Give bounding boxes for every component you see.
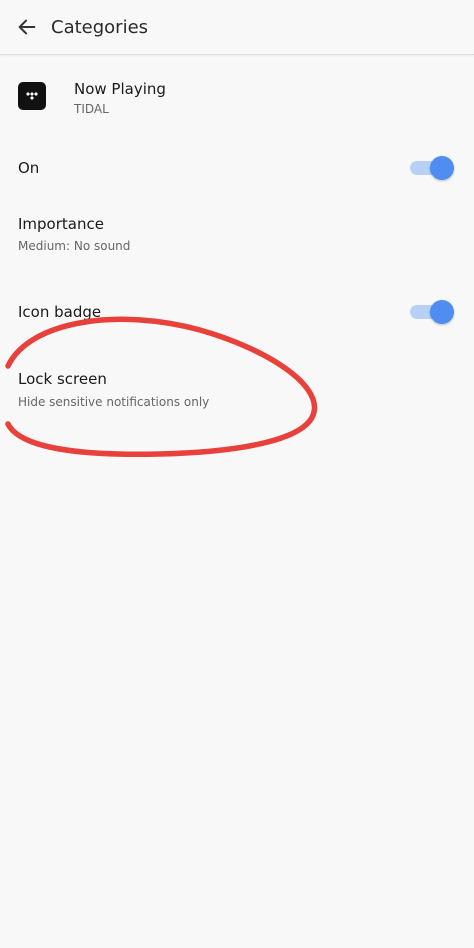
tidal-logo-icon — [18, 82, 46, 110]
arrow-left-icon — [18, 19, 36, 35]
red-circle-annotation — [5, 316, 318, 458]
setting-importance-row[interactable]: Importance Medium: No sound — [0, 205, 474, 261]
setting-importance-label: Importance — [18, 215, 104, 233]
app-name: Now Playing — [74, 80, 166, 98]
setting-on-row[interactable]: On — [0, 150, 474, 186]
toggle-thumb — [430, 156, 454, 180]
toggle-thumb — [430, 300, 454, 324]
setting-lock-screen-label: Lock screen — [18, 370, 107, 388]
setting-lock-screen-row[interactable]: Lock screen Hide sensitive notifications… — [0, 361, 474, 417]
setting-importance-value: Medium: No sound — [18, 239, 131, 253]
setting-lock-screen-value: Hide sensitive notifications only — [18, 395, 210, 409]
app-info-row: Now Playing TIDAL — [0, 70, 474, 130]
setting-on-label: On — [18, 159, 40, 177]
setting-icon-badge-label: Icon badge — [18, 303, 102, 321]
icon-badge-toggle[interactable] — [410, 300, 454, 324]
back-button[interactable] — [10, 10, 44, 44]
setting-icon-badge-row[interactable]: Icon badge — [0, 294, 474, 330]
on-toggle[interactable] — [410, 156, 454, 180]
app-publisher: TIDAL — [74, 102, 109, 116]
page-title: Categories — [51, 17, 149, 38]
app-bar: Categories — [0, 0, 474, 55]
